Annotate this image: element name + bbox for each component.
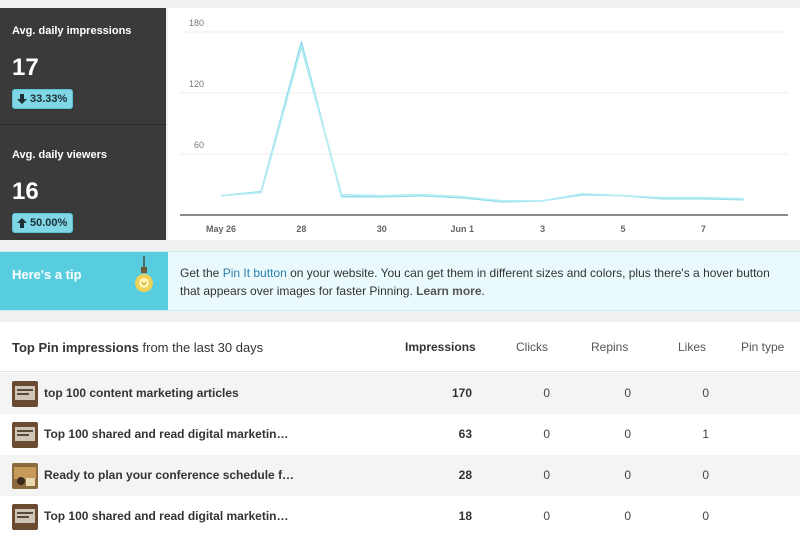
chart-top-strip <box>168 0 800 8</box>
series-line-1 <box>220 46 744 202</box>
pin-title[interactable]: Top 100 shared and read digital marketin… <box>44 427 289 441</box>
clicks-value: 0 <box>543 468 550 482</box>
clicks-value: 0 <box>543 386 550 400</box>
stat-label: Avg. daily viewers <box>12 149 107 161</box>
chart-canvas: 180 120 60 May 26 28 30 Jun 1 3 5 7 <box>180 18 788 234</box>
repins-value: 0 <box>624 427 631 441</box>
y-tick-label: 120 <box>189 79 204 89</box>
stat-value: 16 <box>12 178 39 205</box>
analytics-overview: Avg. daily impressions 17 33.33% Avg. da… <box>0 0 800 242</box>
stat-value: 17 <box>12 54 39 81</box>
column-impressions[interactable]: Impressions <box>405 340 476 354</box>
lightbulb-icon <box>135 256 153 292</box>
y-tick-label: 180 <box>189 18 204 28</box>
pin-title[interactable]: top 100 content marketing articles <box>44 386 239 400</box>
table-row[interactable]: Top 100 shared and read digital marketin… <box>0 414 800 455</box>
table-title-bold: Top Pin impressions <box>12 340 139 355</box>
series-line-0 <box>220 41 744 203</box>
column-clicks[interactable]: Clicks <box>516 340 548 354</box>
table-row[interactable]: Top 100 shared and read digital marketin… <box>0 496 800 536</box>
table-row[interactable]: top 100 content marketing articles 170 0… <box>0 373 800 414</box>
likes-value: 1 <box>702 427 709 441</box>
tip-header: Here's a tip <box>0 252 168 310</box>
table-title: Top Pin impressions from the last 30 day… <box>12 340 263 355</box>
column-pin-type[interactable]: Pin type <box>741 340 784 354</box>
tip-text: Get the Pin It button on your website. Y… <box>180 264 790 300</box>
impressions-value: 28 <box>458 468 472 482</box>
likes-value: 0 <box>702 509 709 523</box>
impressions-value: 170 <box>451 386 472 400</box>
table-title-rest: from the last 30 days <box>138 340 264 355</box>
column-likes[interactable]: Likes <box>678 340 706 354</box>
clicks-value: 0 <box>543 509 550 523</box>
x-tick-label: 5 <box>620 224 625 234</box>
change-value: 50.00% <box>30 217 68 229</box>
stats-panel: Avg. daily impressions 17 33.33% Avg. da… <box>0 8 166 240</box>
stat-avg-daily-viewers[interactable]: Avg. daily viewers 16 50.00% <box>0 124 166 239</box>
pin-thumbnail <box>12 463 38 489</box>
pin-it-button-link[interactable]: Pin It button <box>223 266 287 280</box>
tip-title: Here's a tip <box>12 267 82 282</box>
pin-thumbnail <box>12 381 38 407</box>
pin-thumbnail <box>12 422 38 448</box>
top-pins-table: Top Pin impressions from the last 30 day… <box>0 322 800 536</box>
table-row[interactable]: Ready to plan your conference schedule f… <box>0 455 800 496</box>
repins-value: 0 <box>624 468 631 482</box>
x-tick-label: May 26 <box>206 224 236 234</box>
likes-value: 0 <box>702 468 709 482</box>
repins-value: 0 <box>624 509 631 523</box>
x-tick-label: 3 <box>540 224 545 234</box>
x-tick-label: 30 <box>377 224 387 234</box>
column-repins[interactable]: Repins <box>591 340 628 354</box>
change-badge: 33.33% <box>12 89 74 109</box>
pin-title[interactable]: Top 100 shared and read digital marketin… <box>44 509 289 523</box>
x-tick-label: 28 <box>296 224 306 234</box>
stat-avg-daily-impressions[interactable]: Avg. daily impressions 17 33.33% <box>0 8 166 123</box>
impressions-value: 18 <box>458 509 472 523</box>
change-value: 33.33% <box>30 93 68 105</box>
change-badge: 50.00% <box>12 213 74 233</box>
y-tick-label: 60 <box>194 140 204 150</box>
impressions-chart[interactable]: 180 120 60 May 26 28 30 Jun 1 3 5 7 <box>168 8 800 240</box>
x-tick-label: Jun 1 <box>450 224 474 234</box>
table-header: Top Pin impressions from the last 30 day… <box>0 322 800 372</box>
x-tick-label: 7 <box>701 224 706 234</box>
impressions-value: 63 <box>458 427 472 441</box>
tip-text-end: . <box>481 284 485 298</box>
tip-text-before: Get the <box>180 266 223 280</box>
arrow-up-icon <box>17 218 27 228</box>
tip-banner: Here's a tip Get the Pin It button on yo… <box>0 251 800 311</box>
pin-title[interactable]: Ready to plan your conference schedule f… <box>44 468 294 482</box>
stat-label: Avg. daily impressions <box>12 25 132 37</box>
pin-thumbnail <box>12 504 38 530</box>
arrow-down-icon <box>17 94 27 104</box>
clicks-value: 0 <box>543 427 550 441</box>
learn-more-link[interactable]: Learn more <box>416 284 481 298</box>
repins-value: 0 <box>624 386 631 400</box>
likes-value: 0 <box>702 386 709 400</box>
